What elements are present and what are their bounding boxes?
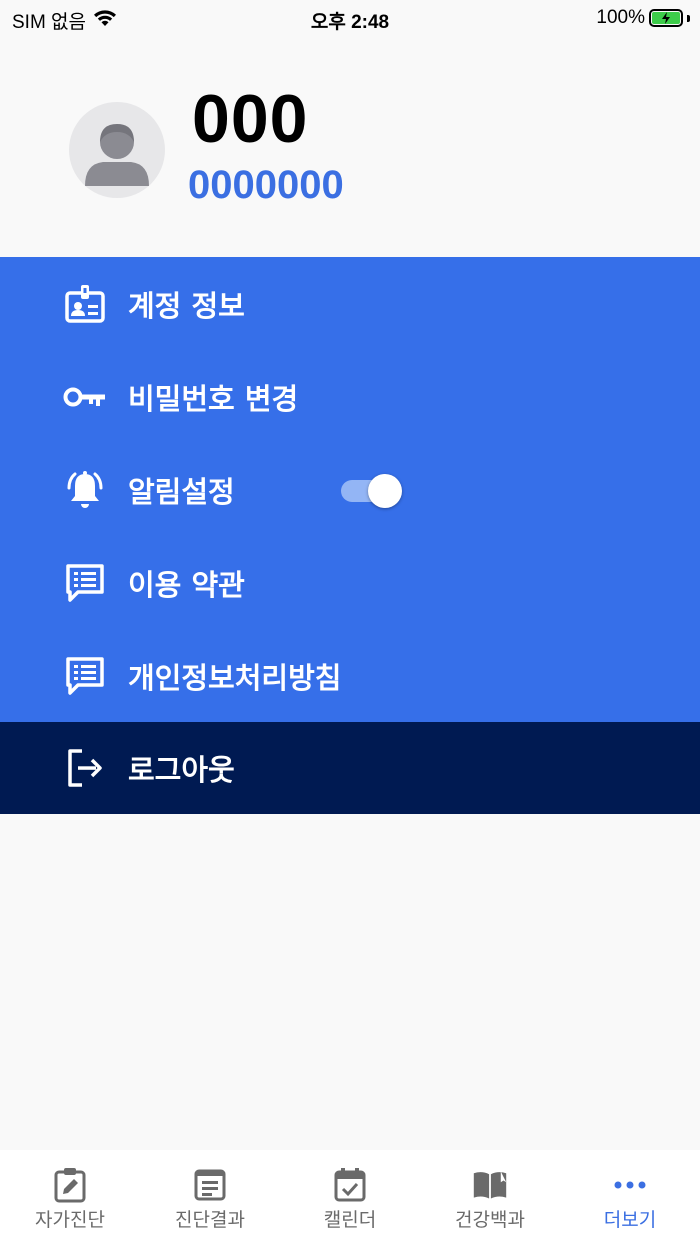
tab-label-self-diagnosis: 자가진단 (35, 1209, 105, 1231)
logout-label: 로그아웃 (128, 753, 235, 787)
open-book-icon (472, 1167, 508, 1203)
tab-more[interactable]: 더보기 (560, 1150, 700, 1244)
battery-percent: 100% (596, 7, 645, 28)
menu-label-privacy-policy: 개인정보처리방침 (128, 660, 342, 695)
menu-label-change-password: 비밀번호 변경 (128, 381, 299, 416)
menu-item-notification-settings[interactable]: 알림설정 (0, 443, 700, 536)
tab-label-health-encyclopedia: 건강백과 (455, 1209, 525, 1231)
logout-icon (63, 746, 107, 790)
menu-item-account-info[interactable]: 계정 정보 (0, 257, 700, 350)
profile-id: 0000000 (188, 163, 344, 207)
toggle-knob (368, 473, 402, 508)
status-bar: SIM 없음 오후 2:48 100% (0, 0, 700, 36)
tab-calendar[interactable]: 캘린더 (280, 1150, 420, 1244)
battery-icon (649, 9, 683, 27)
bottom-tab-bar: 자가진단 진단결과 캘린더 건강백과 더보기 (0, 1150, 700, 1244)
list-message-icon (63, 654, 107, 698)
profile-name: 000 (192, 81, 309, 157)
tab-diagnosis-results[interactable]: 진단결과 (140, 1150, 280, 1244)
menu-item-change-password[interactable]: 비밀번호 변경 (0, 350, 700, 443)
menu-label-account-info: 계정 정보 (128, 288, 245, 323)
id-badge-icon (63, 282, 107, 326)
document-list-icon (192, 1167, 228, 1203)
menu-item-privacy-policy[interactable]: 개인정보처리방침 (0, 629, 700, 722)
clock: 오후 2:48 (310, 12, 390, 33)
menu-item-terms-of-use[interactable]: 이용 약관 (0, 536, 700, 629)
list-message-icon (63, 561, 107, 605)
battery-cap (687, 14, 690, 22)
menu-label-terms-of-use: 이용 약관 (128, 567, 245, 602)
settings-menu: 계정 정보 비밀번호 변경 알림설정 이용 약관 개인정보처리방침 (0, 257, 700, 722)
tab-label-calendar: 캘린더 (323, 1209, 377, 1231)
tab-label-diagnosis-results: 진단결과 (175, 1209, 245, 1231)
tab-label-more: 더보기 (603, 1209, 657, 1231)
avatar (69, 102, 165, 198)
status-right: 100% (596, 7, 690, 29)
tab-health-encyclopedia[interactable]: 건강백과 (420, 1150, 560, 1244)
clipboard-edit-icon (52, 1167, 88, 1203)
calendar-check-icon (332, 1167, 368, 1203)
tab-self-diagnosis[interactable]: 자가진단 (0, 1150, 140, 1244)
menu-label-notification-settings: 알림설정 (128, 474, 235, 509)
notification-toggle[interactable] (341, 473, 403, 508)
bell-ringing-icon (63, 468, 107, 512)
more-dots-icon (612, 1167, 648, 1203)
profile-header: 000 0000000 (0, 36, 700, 257)
key-icon (63, 375, 107, 419)
logout-button[interactable]: 로그아웃 (0, 722, 700, 814)
